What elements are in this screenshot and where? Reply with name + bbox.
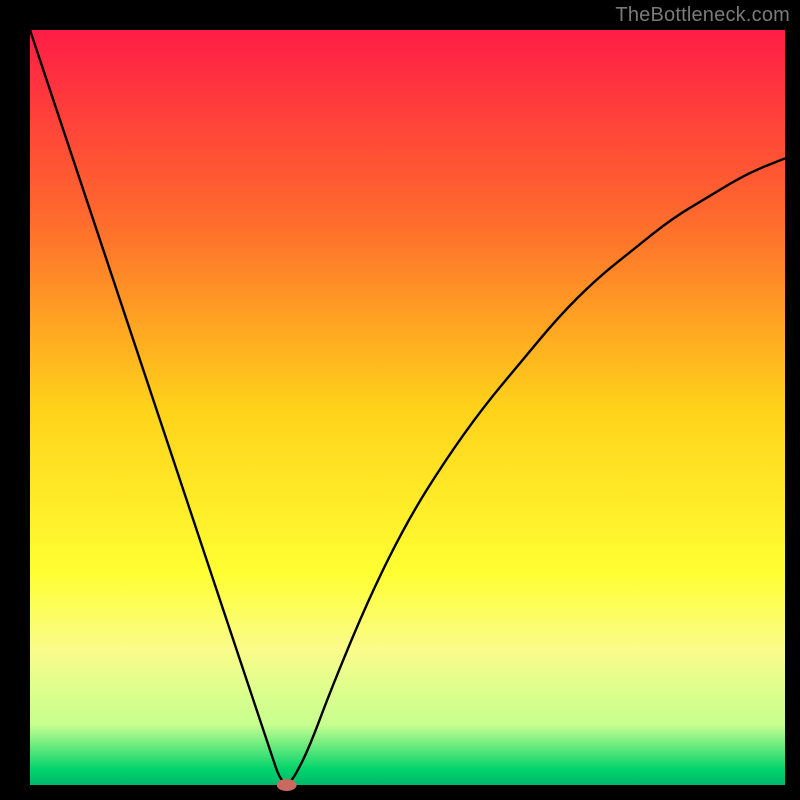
gradient-background bbox=[30, 30, 785, 785]
minimum-marker bbox=[277, 779, 297, 791]
bottleneck-chart bbox=[0, 0, 800, 800]
chart-frame: TheBottleneck.com bbox=[0, 0, 800, 800]
watermark-text: TheBottleneck.com bbox=[615, 4, 790, 27]
